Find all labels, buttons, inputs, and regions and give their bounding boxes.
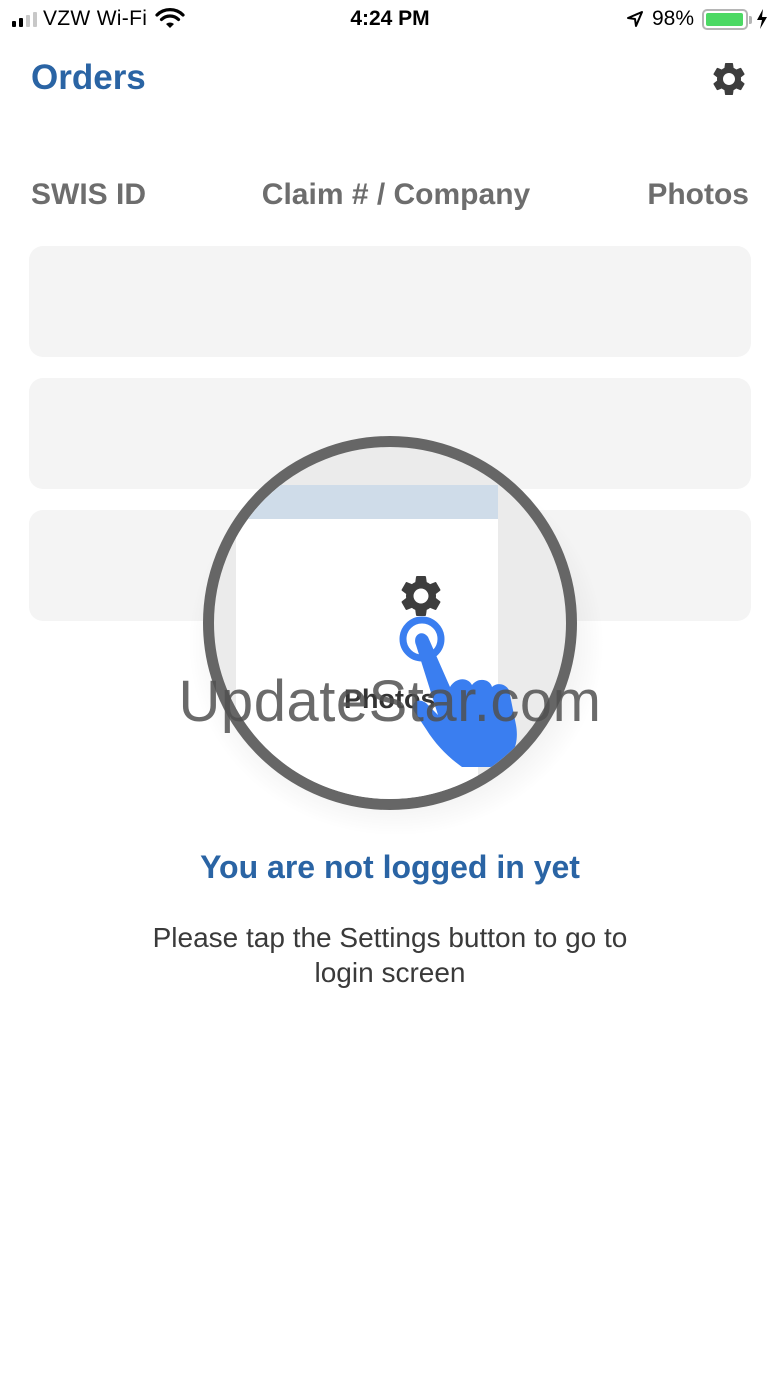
battery-icon — [702, 8, 752, 30]
settings-button[interactable] — [708, 58, 750, 100]
location-icon — [626, 11, 643, 27]
watermark-text: UpdateStar.com — [178, 669, 602, 734]
tutorial-magnifier: Photos — [203, 436, 577, 810]
status-bar: VZW Wi-Fi 4:24 PM 98% — [0, 0, 780, 40]
magnified-card-header — [236, 485, 498, 519]
status-right: 98% — [626, 7, 768, 31]
placeholder-row — [29, 246, 751, 357]
charging-icon — [757, 9, 767, 29]
not-logged-in-title: You are not logged in yet — [200, 849, 580, 885]
login-instruction-text: Please tap the Settings button to go to … — [152, 922, 628, 988]
battery-fill — [706, 12, 744, 26]
column-header-photos: Photos — [647, 178, 749, 211]
page-title: Orders — [31, 58, 146, 97]
gear-icon — [713, 62, 745, 95]
battery-percent: 98% — [651, 7, 694, 30]
